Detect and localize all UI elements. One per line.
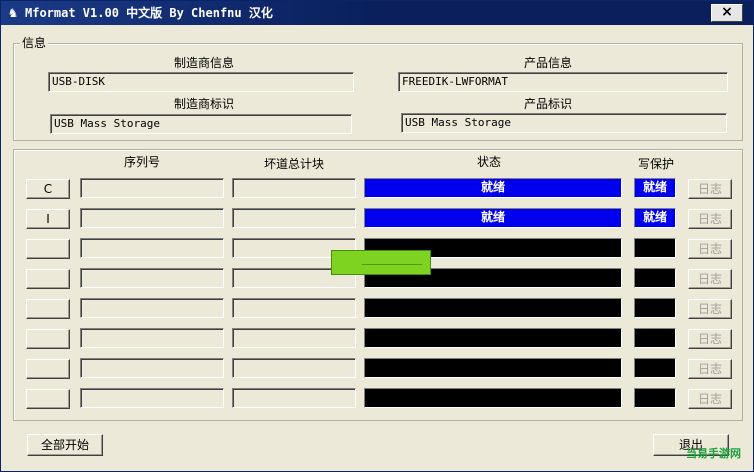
drive-button[interactable] <box>26 269 70 289</box>
log-button[interactable]: 日志 <box>688 329 732 349</box>
write-protect-indicator <box>634 268 676 288</box>
drive-button[interactable] <box>26 389 70 409</box>
app-icon: ♞ <box>7 6 19 20</box>
write-protect-indicator <box>634 238 676 258</box>
highlight-overlay <box>331 250 431 275</box>
status-bar <box>364 328 622 348</box>
product-info-label: 产品信息 <box>523 56 572 70</box>
serial-field[interactable] <box>80 388 224 408</box>
write-protect-header: 写保护 <box>637 157 674 171</box>
status-bar: 就绪 <box>364 178 622 198</box>
drive-button[interactable] <box>26 299 70 319</box>
serial-field[interactable] <box>80 208 224 228</box>
write-protect-indicator <box>634 328 676 348</box>
log-button[interactable]: 日志 <box>688 269 732 289</box>
client-area: 信息 制造商信息 USB-DISK 产品信息 FREEDIK-LWFORMAT … <box>3 27 751 469</box>
log-button[interactable]: 日志 <box>688 209 732 229</box>
devices-group: 序列号 坏道总计块 状态 写保护 C 就绪 就绪 日志 I 就绪 就绪 日志 日志 日志 日志 日志日… <box>13 149 743 421</box>
serial-header: 序列号 <box>123 155 160 169</box>
write-protect-indicator <box>634 358 676 378</box>
manufacturer-id-label: 制造商标识 <box>173 97 234 111</box>
serial-field[interactable] <box>80 238 224 258</box>
status-bar <box>364 298 622 318</box>
serial-field[interactable] <box>80 268 224 288</box>
product-id-field[interactable]: USB Mass Storage <box>401 113 727 133</box>
log-button[interactable]: 日志 <box>688 389 732 409</box>
status-bar <box>364 388 622 408</box>
close-button[interactable]: × <box>711 4 743 22</box>
drive-button[interactable]: I <box>26 209 70 229</box>
bad-blocks-header: 坏道总计块 <box>263 157 324 171</box>
write-protect-indicator <box>634 388 676 408</box>
log-button[interactable]: 日志 <box>688 359 732 379</box>
manufacturer-info-label: 制造商信息 <box>173 56 234 70</box>
info-group-title: 信息 <box>20 36 49 50</box>
manufacturer-id-field[interactable]: USB Mass Storage <box>50 114 352 134</box>
bad-blocks-field[interactable] <box>232 178 356 198</box>
serial-field[interactable] <box>80 298 224 318</box>
write-protect-indicator: 就绪 <box>634 208 676 228</box>
log-button[interactable]: 日志 <box>688 299 732 319</box>
write-protect-indicator <box>634 298 676 318</box>
bad-blocks-field[interactable] <box>232 388 356 408</box>
bad-blocks-field[interactable] <box>232 358 356 378</box>
serial-field[interactable] <box>80 178 224 198</box>
serial-field[interactable] <box>80 328 224 348</box>
drive-button[interactable] <box>26 239 70 259</box>
app-window: ♞ Mformat V1.00 中文版 By Chenfnu 汉化 × 信息 制… <box>0 0 754 472</box>
log-button[interactable]: 日志 <box>688 179 732 199</box>
product-id-label: 产品标识 <box>523 97 572 111</box>
bad-blocks-field[interactable] <box>232 328 356 348</box>
drive-button[interactable]: C <box>26 179 70 199</box>
bad-blocks-field[interactable] <box>232 208 356 228</box>
watermark-text: 当易手游网 <box>686 447 741 460</box>
product-info-field[interactable]: FREEDIK-LWFORMAT <box>398 72 728 92</box>
write-protect-indicator: 就绪 <box>634 178 676 198</box>
manufacturer-info-field[interactable]: USB-DISK <box>48 72 354 92</box>
info-group: 信息 制造商信息 USB-DISK 产品信息 FREEDIK-LWFORMAT … <box>13 36 743 141</box>
window-title: Mformat V1.00 中文版 By Chenfnu 汉化 <box>25 6 273 20</box>
bad-blocks-field[interactable] <box>232 298 356 318</box>
status-header: 状态 <box>476 155 501 169</box>
status-bar: 就绪 <box>364 208 622 228</box>
drive-button[interactable] <box>26 359 70 379</box>
serial-field[interactable] <box>80 358 224 378</box>
title-bar[interactable]: ♞ Mformat V1.00 中文版 By Chenfnu 汉化 × <box>1 1 753 25</box>
log-button[interactable]: 日志 <box>688 239 732 259</box>
status-bar <box>364 358 622 378</box>
drive-button[interactable] <box>26 329 70 349</box>
start-all-button[interactable]: 全部开始 <box>27 434 103 456</box>
